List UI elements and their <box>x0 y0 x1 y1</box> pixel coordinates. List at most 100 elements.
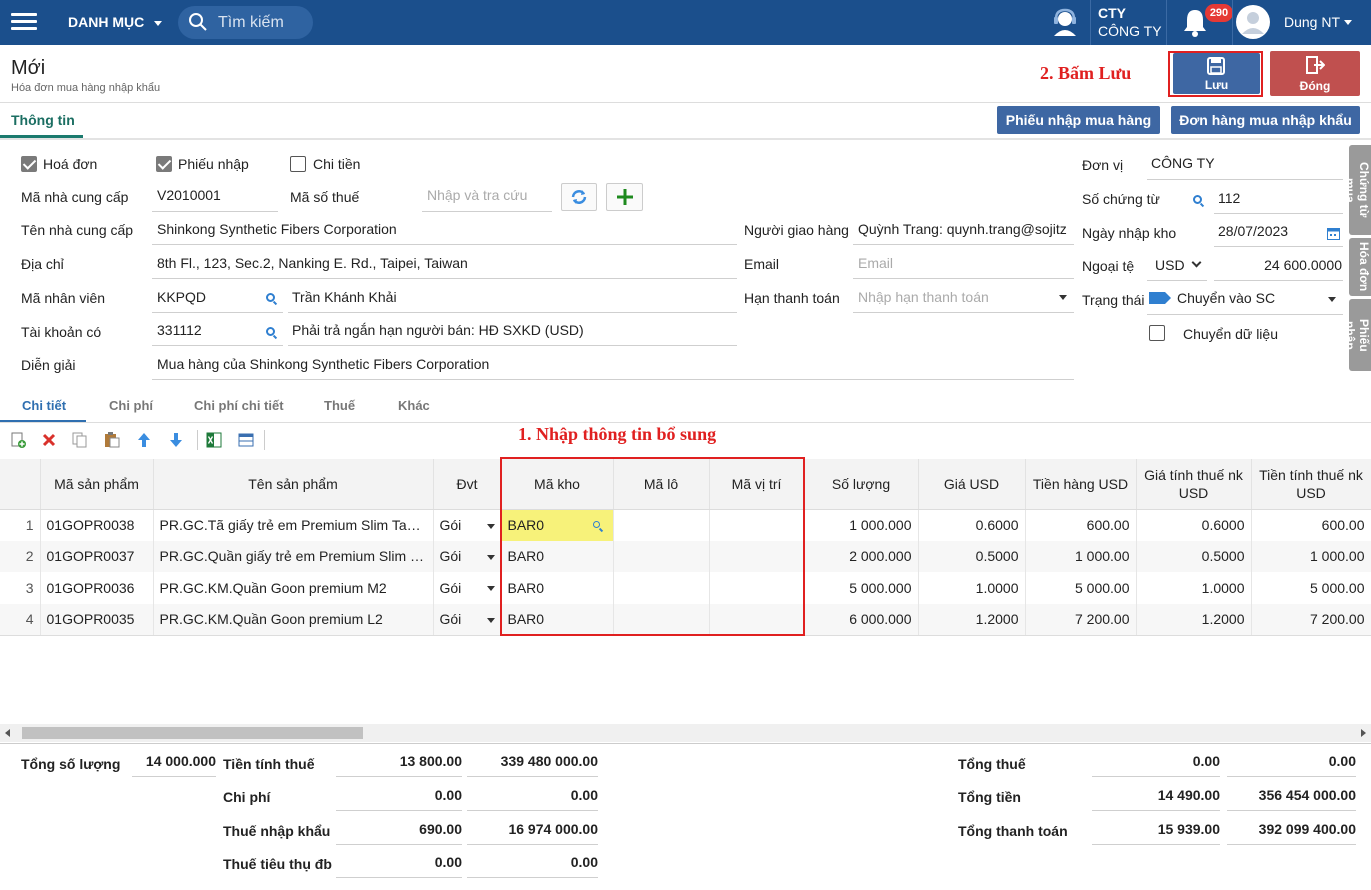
email-field[interactable]: Email <box>858 255 893 271</box>
cell-price-usd[interactable]: 1.0000 <box>918 572 1026 604</box>
delete-row-icon[interactable] <box>41 432 57 448</box>
search-icon[interactable] <box>266 327 275 336</box>
cell-quantity[interactable]: 1 000.000 <box>804 509 919 541</box>
copy-icon[interactable] <box>72 432 88 448</box>
cell-product-name[interactable]: PR.GC.Quần giấy trẻ em Premium Slim pan.… <box>153 540 434 572</box>
cell-product-code[interactable]: 01GOPR0038 <box>40 509 154 541</box>
side-tab-invoice[interactable]: Hóa đơn <box>1349 238 1371 296</box>
address-field[interactable]: 8th Fl., 123, Sec.2, Nanking E. Rd., Tai… <box>157 255 732 271</box>
chevron-down-icon[interactable] <box>1191 257 1202 268</box>
cell-amount-usd[interactable]: 600.00 <box>1025 509 1137 541</box>
search-icon[interactable] <box>266 293 275 302</box>
search-input[interactable]: Tìm kiếm <box>178 6 313 39</box>
cell-unit[interactable]: Gói <box>433 540 502 572</box>
cell-price-usd[interactable]: 0.5000 <box>918 540 1026 572</box>
col-header-quantity[interactable]: Số lượng <box>804 459 919 510</box>
cell-price-usd[interactable]: 1.2000 <box>918 603 1026 635</box>
scroll-left-icon[interactable] <box>5 729 10 737</box>
voucher-field[interactable]: 112 <box>1218 190 1240 206</box>
search-icon[interactable] <box>1193 195 1202 204</box>
description-field[interactable]: Mua hàng của Shinkong Synthetic Fibers C… <box>157 356 1057 372</box>
employee-code-field[interactable]: KKPQD <box>157 289 206 305</box>
cell-quantity[interactable]: 2 000.000 <box>804 540 919 572</box>
cell-tax-price-usd[interactable]: 1.2000 <box>1136 603 1252 635</box>
cell-amount-usd[interactable]: 1 000.00 <box>1025 540 1137 572</box>
chevron-down-icon[interactable] <box>1059 295 1067 300</box>
transfer-data-checkbox[interactable] <box>1149 325 1165 341</box>
col-header-product-code[interactable]: Mã sản phẩm <box>40 459 154 510</box>
support-agent-icon[interactable] <box>1050 7 1080 37</box>
add-row-icon[interactable] <box>10 432 26 448</box>
cell-unit[interactable]: Gói <box>433 509 502 541</box>
calendar-icon[interactable] <box>1327 227 1340 240</box>
layout-icon[interactable] <box>238 432 254 448</box>
supplier-name-field[interactable]: Shinkong Synthetic Fibers Corporation <box>157 221 732 237</box>
user-menu[interactable]: Dung NT <box>1236 0 1371 45</box>
cell-amount-usd[interactable]: 5 000.00 <box>1025 572 1137 604</box>
chevron-down-icon[interactable] <box>486 523 495 529</box>
add-supplier-button[interactable] <box>606 183 643 211</box>
unit-field[interactable]: CÔNG TY <box>1151 155 1215 171</box>
hamburger-menu-icon[interactable] <box>0 0 48 45</box>
side-tab-receipt[interactable]: Phiếu nhập <box>1343 299 1371 371</box>
payment-checkbox[interactable] <box>290 156 306 172</box>
order-button[interactable]: Đơn hàng mua nhập khẩu <box>1171 106 1360 134</box>
tax-code-field[interactable]: Nhập và tra cứu <box>427 187 527 203</box>
chevron-down-icon[interactable] <box>486 586 495 591</box>
tab-cost-detail[interactable]: Chi phí chi tiết <box>194 398 284 413</box>
col-header-product-name[interactable]: Tên sản phẩm <box>153 459 434 510</box>
status-select[interactable]: Chuyển vào SC <box>1177 290 1275 306</box>
supplier-code-field[interactable]: V2010001 <box>157 187 221 203</box>
cell-product-name[interactable]: PR.GC.KM.Quần Goon premium L2 <box>153 603 434 635</box>
cell-unit[interactable]: Gói <box>433 603 502 635</box>
cell-product-code[interactable]: 01GOPR0035 <box>40 603 154 635</box>
cell-quantity[interactable]: 5 000.000 <box>804 572 919 604</box>
cell-tax-amount-usd[interactable]: 1 000.00 <box>1251 540 1371 572</box>
tab-detail[interactable]: Chi tiết <box>0 392 86 422</box>
cell-unit[interactable]: Gói <box>433 572 502 604</box>
chevron-down-icon[interactable] <box>1328 297 1336 302</box>
receipt-checkbox[interactable] <box>156 156 172 172</box>
deliverer-field[interactable]: Quỳnh Trang: quynh.trang@sojitz <box>858 221 1071 237</box>
cell-product-code[interactable]: 01GOPR0037 <box>40 540 154 572</box>
receipt-button[interactable]: Phiếu nhập mua hàng <box>997 106 1160 134</box>
side-tab-purchase-docs[interactable]: Chứng từ mua <box>1343 145 1371 235</box>
cell-tax-price-usd[interactable]: 0.5000 <box>1136 540 1252 572</box>
tab-other[interactable]: Khác <box>398 398 430 413</box>
cell-tax-amount-usd[interactable]: 7 200.00 <box>1251 603 1371 635</box>
paste-icon[interactable] <box>104 432 120 448</box>
col-header-unit[interactable]: Đvt <box>433 459 502 510</box>
cell-product-name[interactable]: PR.GC.KM.Quần Goon premium M2 <box>153 572 434 604</box>
chevron-down-icon[interactable] <box>486 617 495 623</box>
invoice-checkbox[interactable] <box>21 156 37 172</box>
tab-cost[interactable]: Chi phí <box>109 398 153 413</box>
scrollbar-thumb[interactable] <box>22 727 363 739</box>
account-code-field[interactable]: 331112 <box>157 322 202 338</box>
cell-tax-amount-usd[interactable]: 5 000.00 <box>1251 572 1371 604</box>
tab-info[interactable]: Thông tin <box>0 103 83 138</box>
cell-amount-usd[interactable]: 7 200.00 <box>1025 603 1137 635</box>
currency-select[interactable]: USD <box>1155 257 1185 273</box>
cell-price-usd[interactable]: 0.6000 <box>918 509 1026 541</box>
col-header-amount-usd[interactable]: Tiền hàng USD <box>1025 459 1137 510</box>
cell-quantity[interactable]: 6 000.000 <box>804 603 919 635</box>
close-button[interactable]: Đóng <box>1270 51 1360 96</box>
refresh-lookup-button[interactable] <box>561 183 597 211</box>
horizontal-scrollbar[interactable] <box>0 724 1371 742</box>
move-down-icon[interactable] <box>168 432 184 448</box>
scroll-right-icon[interactable] <box>1361 729 1366 737</box>
cell-product-name[interactable]: PR.GC.Tã giấy trẻ em Premium Slim Tape S… <box>153 509 434 541</box>
date-field[interactable]: 28/07/2023 <box>1218 223 1288 239</box>
cell-tax-price-usd[interactable]: 0.6000 <box>1136 509 1252 541</box>
col-header-tax-price-usd[interactable]: Giá tính thuế nk USD <box>1136 459 1252 510</box>
due-date-field[interactable]: Nhập hạn thanh toán <box>858 289 989 305</box>
cell-tax-price-usd[interactable]: 1.0000 <box>1136 572 1252 604</box>
tab-tax[interactable]: Thuế <box>324 398 355 413</box>
move-up-icon[interactable] <box>136 432 152 448</box>
col-header-tax-amount-usd[interactable]: Tiền tính thuế nk USD <box>1251 459 1371 510</box>
cell-product-code[interactable]: 01GOPR0036 <box>40 572 154 604</box>
col-header-price-usd[interactable]: Giá USD <box>918 459 1026 510</box>
exchange-rate-field[interactable]: 24 600.0000 <box>1218 257 1342 273</box>
category-menu[interactable]: DANH MỤC <box>68 14 163 30</box>
company-selector[interactable]: CTY CÔNG TY <box>1098 4 1162 40</box>
